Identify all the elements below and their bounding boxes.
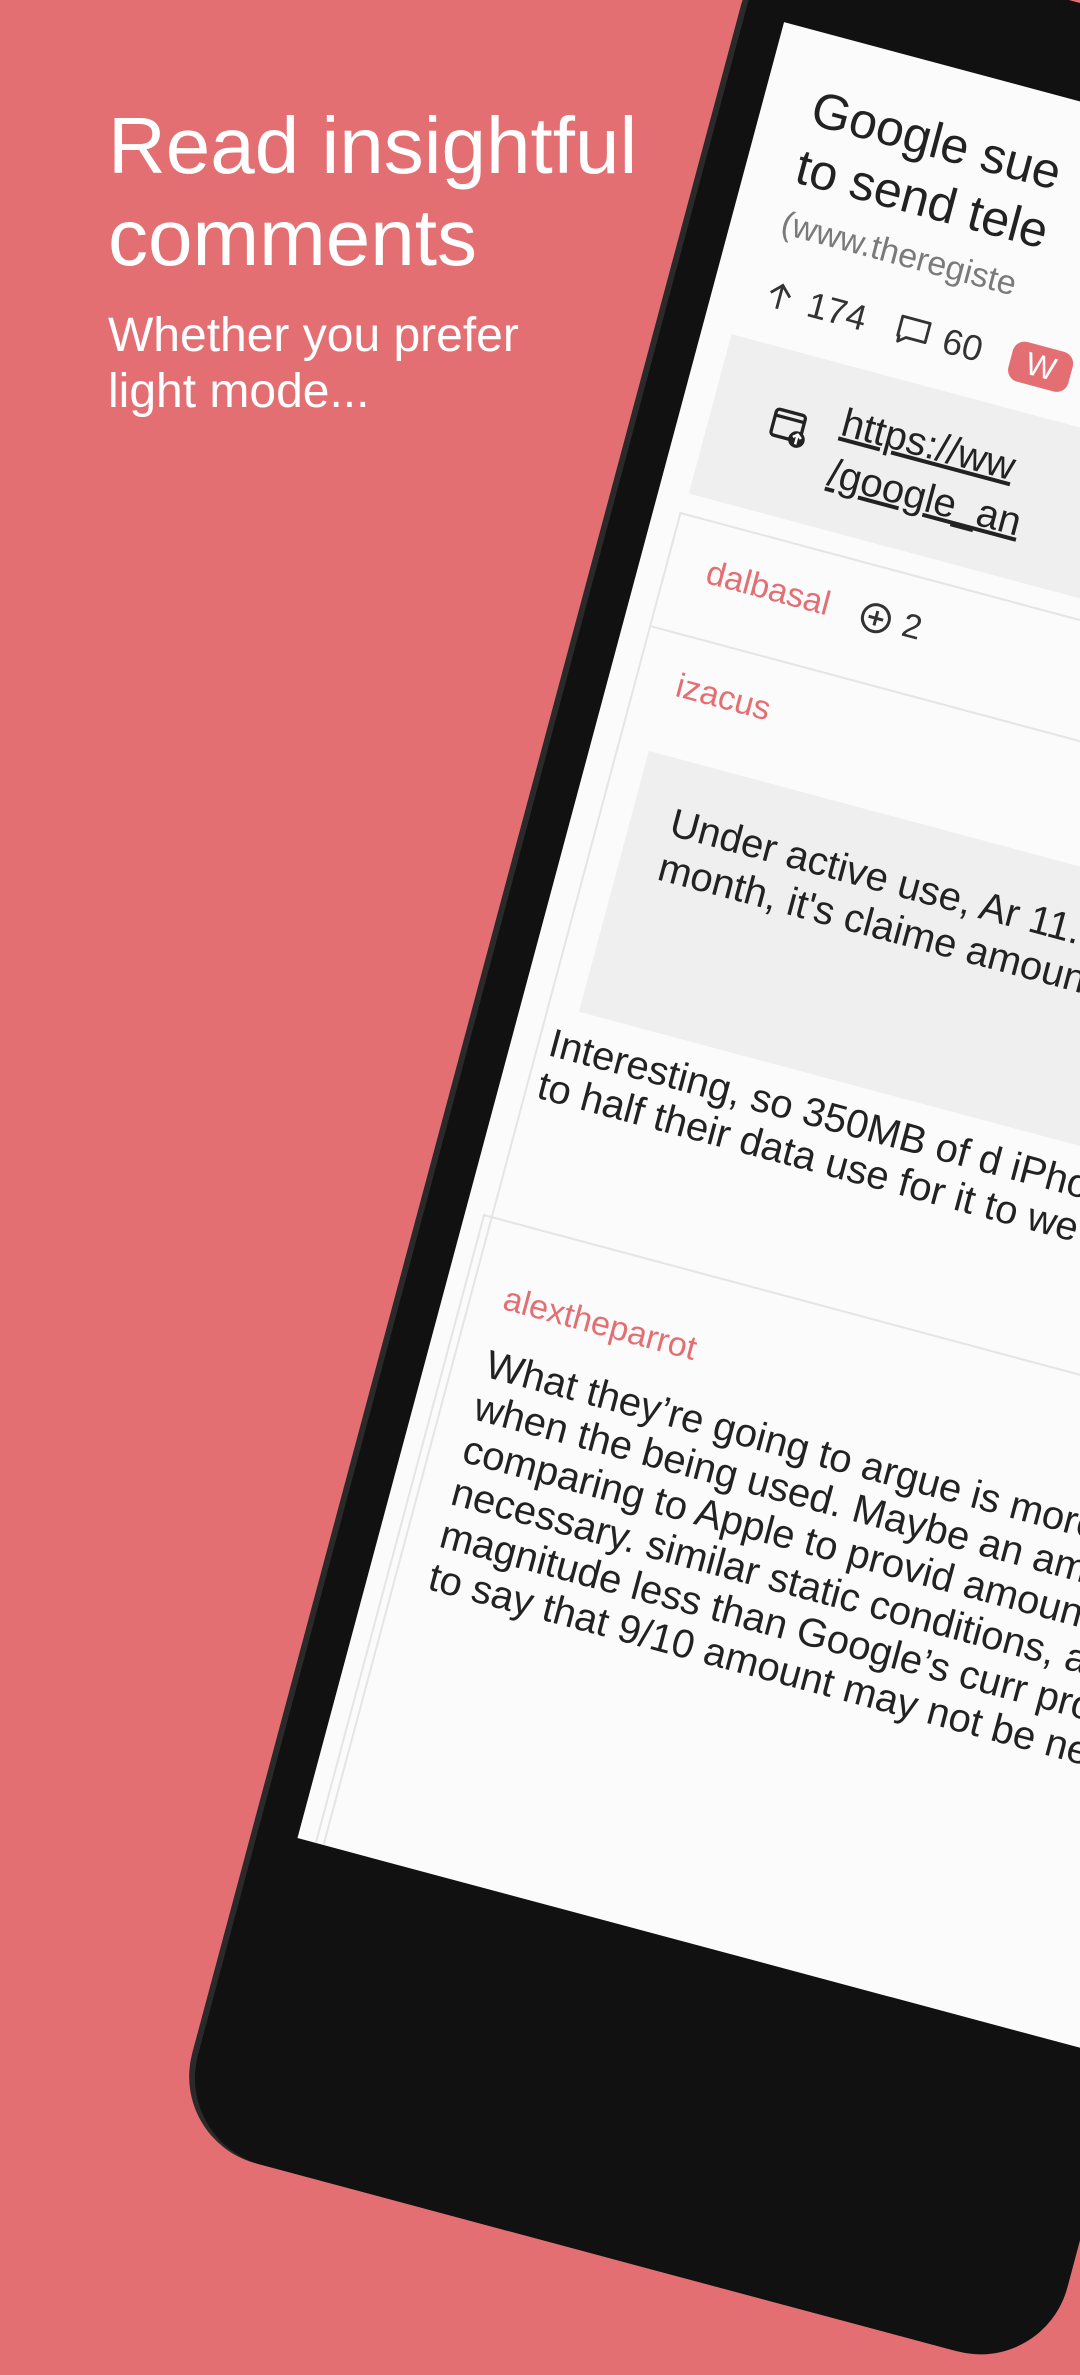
comment-author[interactable]: izacus <box>672 667 775 730</box>
status-badge[interactable]: W <box>1005 338 1077 395</box>
promo-sub-line2: light mode... <box>108 365 370 418</box>
promo-heading-line2: comments <box>108 193 477 282</box>
promo-sub-line1: Whether you prefer <box>108 309 519 362</box>
comment-body: What they’re going to argue is more than… <box>424 1342 1080 1799</box>
promo-subtitle: Whether you prefer light mode... <box>108 308 637 420</box>
promo-text: Read insightful comments Whether you pre… <box>108 100 637 420</box>
comment-item: izacus Under active use, Ar 11.6MB of da… <box>297 625 1080 2051</box>
points-count: 174 <box>802 283 872 339</box>
promo-heading: Read insightful comments <box>108 100 637 284</box>
comment-thread: dalbasal 2 izacus Under active use, Ar 1… <box>297 511 1080 2051</box>
hidden-replies-count: 2 <box>897 606 927 648</box>
comments-count: 60 <box>938 319 988 370</box>
comment-item: alextheparrot What they’re going to argu… <box>297 1213 1080 2051</box>
plus-circle-icon <box>854 596 898 640</box>
comment-author[interactable]: dalbasal <box>702 554 834 624</box>
comment-bubble-icon[interactable] <box>891 311 937 354</box>
story-link[interactable]: https://ww /google_an <box>822 397 1040 549</box>
expand-replies[interactable]: 2 <box>853 594 926 648</box>
promo-heading-line1: Read insightful <box>108 101 638 190</box>
arrow-up-icon[interactable] <box>759 276 801 318</box>
comment-collapsed[interactable]: dalbasal 2 <box>702 554 926 649</box>
open-link-icon <box>764 403 814 457</box>
